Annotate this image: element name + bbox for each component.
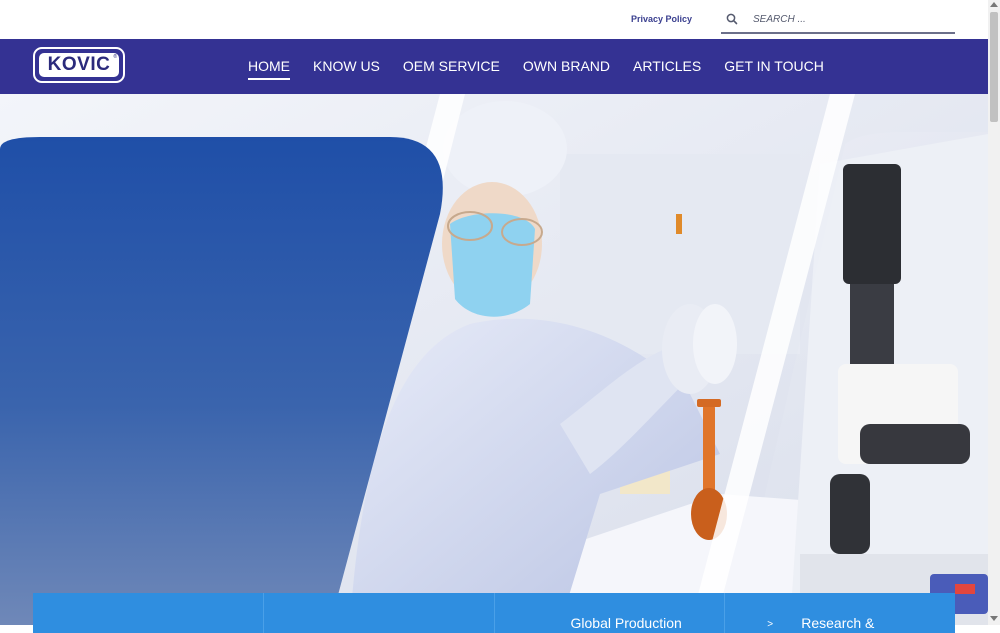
search-input[interactable] (751, 9, 951, 29)
primary-nav: HOME KNOW US OEM SERVICE OWN BRAND ARTIC… (248, 58, 847, 80)
kovic-logo[interactable]: KOVIC ® (33, 47, 125, 83)
nav-item-know-us[interactable]: KNOW US (313, 58, 380, 80)
privacy-policy-link[interactable]: Privacy Policy (631, 14, 692, 24)
top-utility-bar: Privacy Policy (0, 0, 988, 39)
scroll-thumb[interactable] (990, 12, 998, 122)
feature-cell[interactable] (33, 593, 264, 633)
feature-cell-research[interactable]: > Research & (725, 593, 955, 633)
scroll-down-arrow-icon[interactable] (990, 616, 998, 621)
feature-label: Global Production (570, 615, 682, 631)
feature-label: Research & (801, 615, 875, 631)
feature-strip: Global Production > Research & (33, 593, 955, 633)
nav-item-own-brand[interactable]: OWN BRAND (523, 58, 610, 80)
nav-item-articles[interactable]: ARTICLES (633, 58, 701, 80)
logo-plate: KOVIC ® (39, 53, 119, 77)
search-box[interactable] (721, 6, 955, 34)
logo-text: KOVIC (47, 54, 111, 75)
main-navbar: KOVIC ® HOME KNOW US OEM SERVICE OWN BRA… (0, 39, 988, 94)
search-icon[interactable] (725, 12, 739, 26)
nav-item-home[interactable]: HOME (248, 58, 290, 80)
nav-item-oem-service[interactable]: OEM SERVICE (403, 58, 500, 80)
scroll-up-arrow-icon[interactable] (990, 2, 998, 7)
registered-mark: ® (113, 54, 117, 60)
feature-cell[interactable] (264, 593, 495, 633)
hero-banner (0, 94, 988, 625)
page-scrollbar[interactable] (988, 0, 1000, 625)
feature-cell-global-production[interactable]: Global Production (495, 593, 726, 633)
nav-item-get-in-touch[interactable]: GET IN TOUCH (724, 58, 824, 80)
hero-lab-illustration (0, 94, 988, 625)
